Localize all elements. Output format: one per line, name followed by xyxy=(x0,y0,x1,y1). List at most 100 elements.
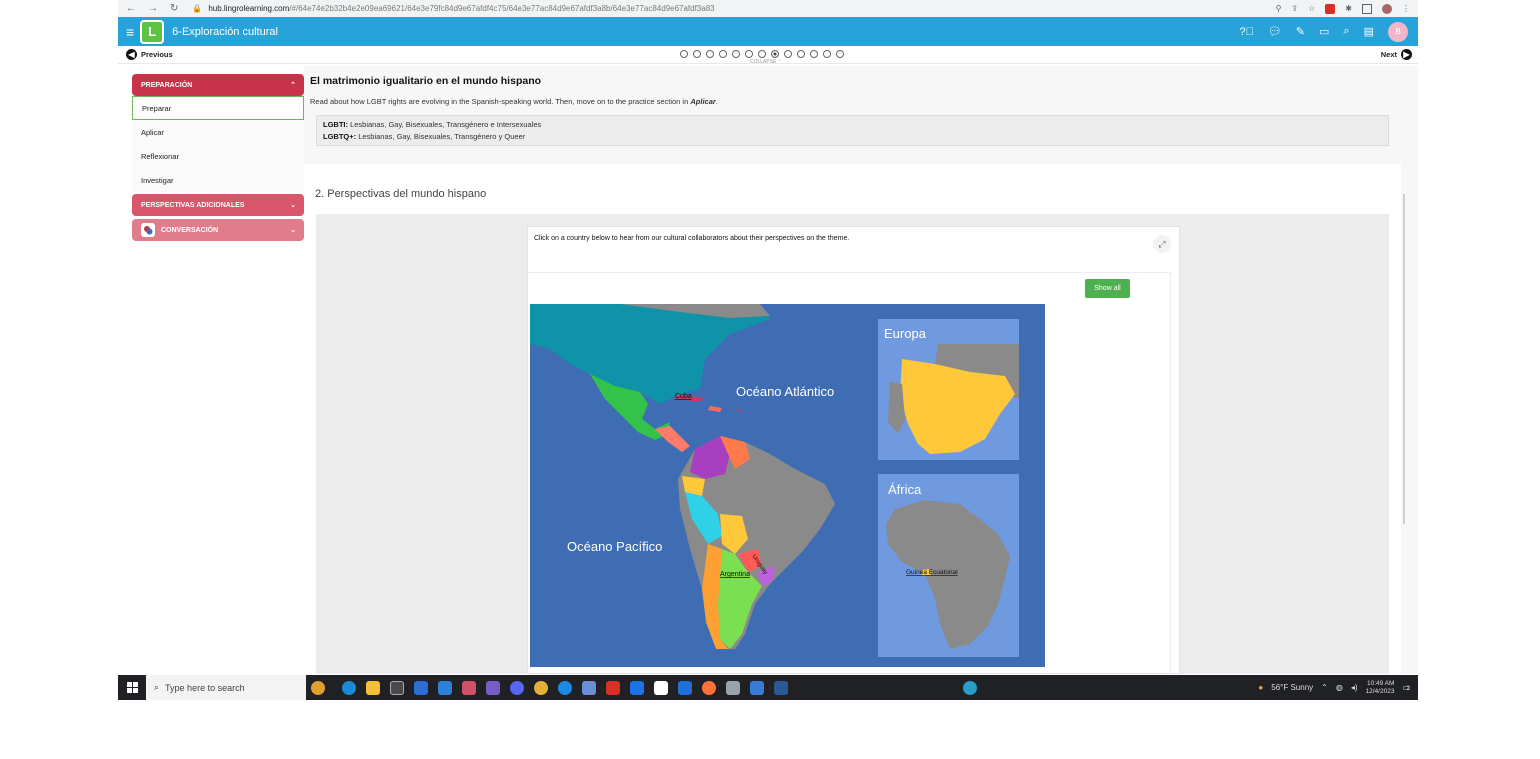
definition-text: Lesbianas, Gay, Bisexuales, Transgénero … xyxy=(348,120,542,129)
chat-icon[interactable]: 💬︎ xyxy=(1268,25,1282,38)
chevron-up-icon: ⌃ xyxy=(290,82,296,89)
acrobat-icon[interactable] xyxy=(606,680,620,695)
show-all-button[interactable]: Show all xyxy=(1085,279,1130,298)
firefox-icon[interactable] xyxy=(702,680,716,695)
reload-icon[interactable]: ↻ xyxy=(170,3,178,14)
app-icon[interactable] xyxy=(462,680,476,695)
argentina-label[interactable]: Argentina xyxy=(720,571,750,578)
chrome-icon[interactable] xyxy=(534,680,548,695)
definition-lgbti: LGBTI: Lesbianas, Gay, Bisexuales, Trans… xyxy=(323,119,1382,131)
step-dot[interactable] xyxy=(719,50,727,58)
sidebar-item-investigar[interactable]: Investigar xyxy=(132,168,304,192)
scrollbar[interactable] xyxy=(1403,194,1405,524)
notification-icon[interactable]: ▭ 2 xyxy=(1402,683,1410,692)
side-panel-icon[interactable] xyxy=(1362,3,1372,14)
volume-icon[interactable]: ◂) xyxy=(1351,683,1358,692)
profile-icon[interactable] xyxy=(1382,3,1392,14)
tray-chevron-icon[interactable]: ⌃ xyxy=(1321,683,1328,692)
app-icon[interactable] xyxy=(654,680,668,695)
address-bar[interactable]: hub.lingrolearning.com/#/64e74e2b32b4e2e… xyxy=(208,4,714,13)
map-instruction: Click on a country below to hear from ou… xyxy=(534,235,850,242)
share-icon[interactable]: ⇪ xyxy=(1291,4,1298,13)
edge-browser-icon[interactable] xyxy=(342,680,356,695)
windows-taskbar: ⌕ Type here to search ● 56°F Sunny ⌃ ◍ ◂… xyxy=(118,675,1418,700)
app-icon[interactable] xyxy=(630,680,644,695)
zoom-icon[interactable]: ⚲ xyxy=(1276,4,1282,13)
step-dot[interactable] xyxy=(732,50,740,58)
browser-menu-icon[interactable]: ⋮ xyxy=(1402,4,1410,13)
app-icon[interactable] xyxy=(582,680,596,695)
definition-lgbtq: LGBTQ+: Lesbianas, Gay, Bisexuales, Tran… xyxy=(323,131,1382,143)
forward-icon[interactable]: → xyxy=(148,3,158,14)
calendar-app-icon[interactable] xyxy=(438,680,452,695)
step-dot[interactable] xyxy=(823,50,831,58)
step-dot[interactable] xyxy=(771,50,779,58)
step-dot[interactable] xyxy=(810,50,818,58)
expand-icon[interactable]: ⤢ xyxy=(1153,235,1171,253)
calculator-icon[interactable] xyxy=(390,680,404,695)
gingerbread-icon[interactable] xyxy=(311,680,325,695)
collapse-toggle[interactable]: COLLAPSE ⌃ xyxy=(750,59,782,65)
europe-label: Europa xyxy=(884,326,927,341)
app-icon[interactable] xyxy=(726,680,740,695)
menu-icon[interactable]: ≡ xyxy=(126,24,134,40)
aplicar-link[interactable]: Aplicar xyxy=(690,97,715,106)
internet-explorer-icon[interactable] xyxy=(414,680,428,695)
teams-icon[interactable] xyxy=(486,680,500,695)
sidebar-item-reflexionar[interactable]: Reflexionar xyxy=(132,144,304,168)
book-icon[interactable]: ▤ xyxy=(1364,25,1374,38)
intro-text: Read about how LGBT rights are evolving … xyxy=(310,97,691,106)
app-icon[interactable] xyxy=(558,680,572,695)
weather-icon[interactable]: ● xyxy=(1258,683,1263,692)
pdf-extension-icon[interactable] xyxy=(1325,3,1336,14)
step-dot[interactable] xyxy=(745,50,753,58)
search-icon[interactable]: ⌕ xyxy=(1343,25,1349,38)
unit-title: 6-Exploración cultural xyxy=(172,25,278,38)
previous-button[interactable]: ◀ Previous xyxy=(118,49,173,60)
section-perspectivas-adicionales[interactable]: PERSPECTIVAS ADICIONALES ⌄ xyxy=(132,194,304,216)
network-icon[interactable]: ◍ xyxy=(1336,683,1343,692)
sidebar-item-label: Reflexionar xyxy=(141,151,179,161)
help-app-icon[interactable] xyxy=(963,680,977,695)
africa-label: África xyxy=(888,482,922,497)
collapse-label: COLLAPSE xyxy=(750,59,777,65)
arrow-left-icon: ◀ xyxy=(126,49,137,60)
step-dot[interactable] xyxy=(758,50,766,58)
back-icon[interactable]: ← xyxy=(126,3,136,14)
sidebar-item-aplicar[interactable]: Aplicar xyxy=(132,120,304,144)
sidebar-item-label: Aplicar xyxy=(141,127,164,137)
discord-icon[interactable] xyxy=(510,680,524,695)
sidebar-item-label: Preparar xyxy=(142,103,172,113)
help-icon[interactable]: ?⃝ xyxy=(1239,26,1253,38)
step-dot[interactable] xyxy=(706,50,714,58)
word-icon[interactable] xyxy=(774,680,788,695)
clock[interactable]: 10:49 AM 12/4/2023 xyxy=(1366,680,1395,696)
weather-text[interactable]: 56°F Sunny xyxy=(1271,683,1313,692)
windows-start-icon[interactable] xyxy=(118,675,146,700)
next-button[interactable]: Next ▶ xyxy=(1381,49,1418,60)
taskbar-search-input[interactable]: ⌕ Type here to search xyxy=(146,675,306,700)
extensions-icon[interactable]: ✱ xyxy=(1345,4,1352,13)
store-icon[interactable] xyxy=(678,680,692,695)
lock-icon[interactable]: 🔒 xyxy=(192,4,202,13)
bookmark-star-icon[interactable]: ☆ xyxy=(1308,4,1315,13)
file-explorer-icon[interactable] xyxy=(366,680,380,695)
avatar[interactable]: B xyxy=(1388,21,1408,42)
step-dots xyxy=(680,50,844,58)
step-dot[interactable] xyxy=(836,50,844,58)
browser-toolbar: ← → ↻ 🔒 hub.lingrolearning.com/#/64e74e2… xyxy=(118,0,1418,17)
step-dot[interactable] xyxy=(797,50,805,58)
calendar-icon[interactable]: ▭ xyxy=(1319,25,1329,38)
step-dot[interactable] xyxy=(784,50,792,58)
equatorial-guinea-label[interactable]: Guinea Ecuatorial xyxy=(906,569,958,576)
section-preparacion[interactable]: PREPARACIÓN ⌃ xyxy=(132,74,304,96)
app-icon[interactable] xyxy=(750,680,764,695)
cuba-label[interactable]: Cuba xyxy=(675,393,692,400)
step-dot[interactable] xyxy=(680,50,688,58)
section-conversacion[interactable]: CONVERSACIÓN ⌄ xyxy=(132,219,304,241)
lingro-logo[interactable]: L xyxy=(140,19,165,44)
sidebar-item-preparar[interactable]: Preparar xyxy=(132,96,304,120)
step-dot[interactable] xyxy=(693,50,701,58)
notes-icon[interactable]: ✎ xyxy=(1296,25,1305,38)
definition-term: LGBTQ+: xyxy=(323,132,357,141)
